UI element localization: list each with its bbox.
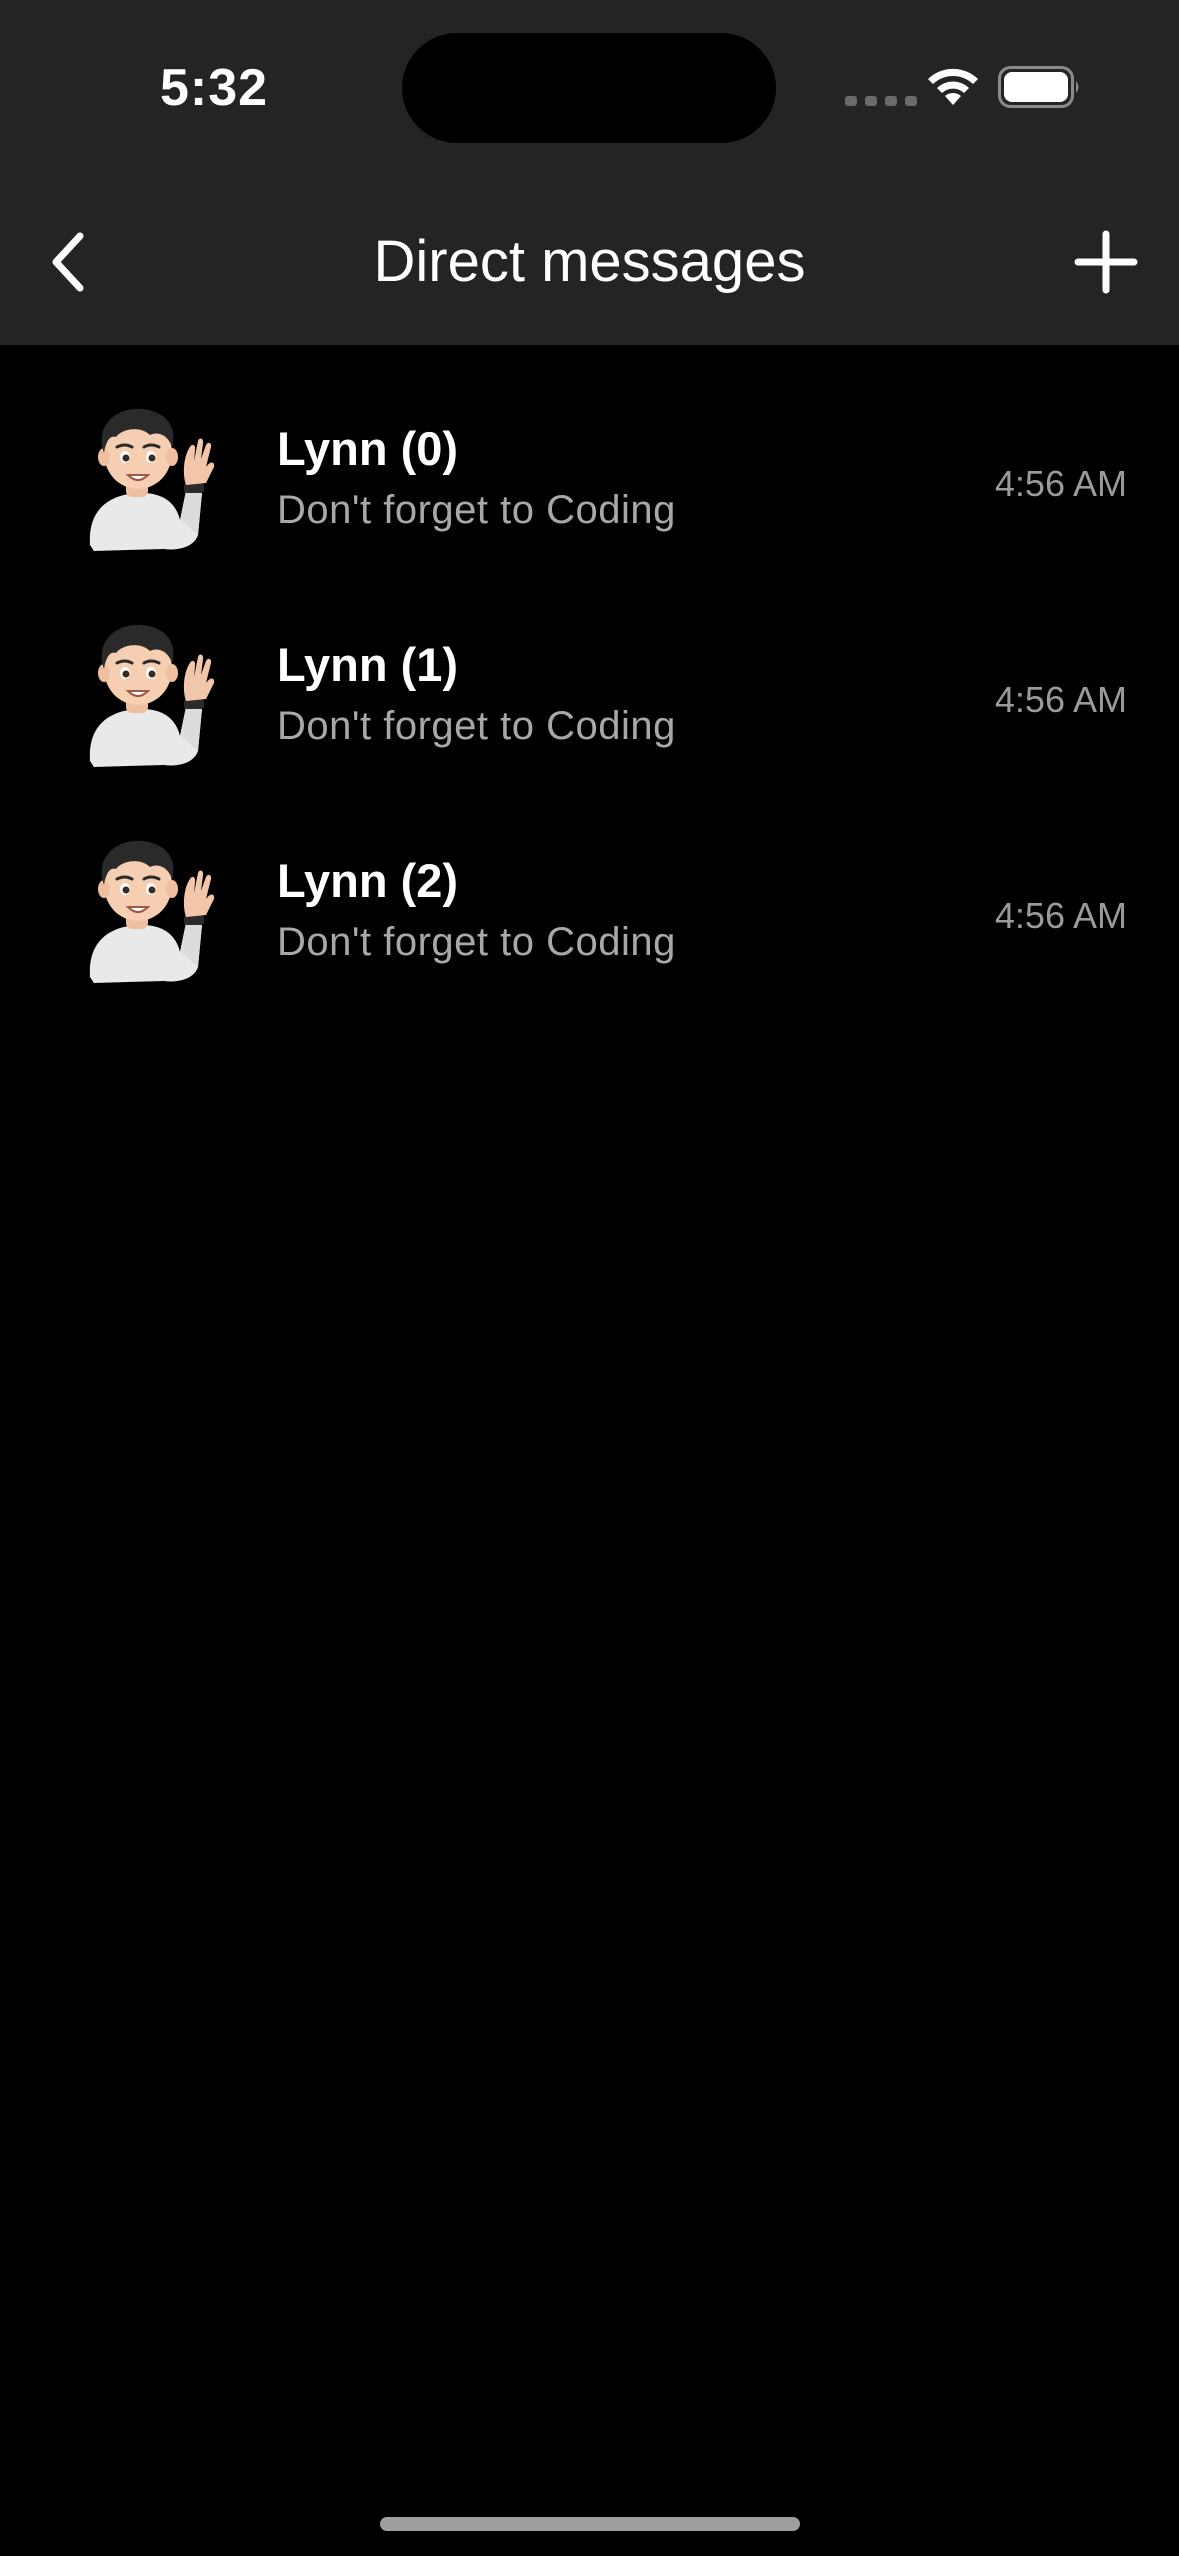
- conversation-row[interactable]: Lynn (0) Don't forget to Coding 4:56 AM: [0, 345, 1179, 561]
- conversation-preview: Don't forget to Coding: [277, 920, 676, 964]
- conversation-row[interactable]: Lynn (2) Don't forget to Coding 4:56 AM: [0, 777, 1179, 993]
- conversation-name: Lynn (2): [277, 854, 459, 907]
- conversation-name: Lynn (1): [277, 638, 459, 691]
- avatar: [68, 611, 228, 771]
- conversation-preview: Don't forget to Coding: [277, 488, 676, 532]
- page-title: Direct messages: [373, 229, 806, 294]
- status-time: 5:32: [160, 59, 269, 117]
- conversation-preview: Don't forget to Coding: [277, 704, 676, 748]
- cellular-signal-icon: [845, 96, 917, 106]
- conversation-name: Lynn (0): [277, 422, 459, 475]
- avatar: [68, 827, 228, 987]
- conversation-time: 4:56 AM: [994, 895, 1127, 936]
- conversation-row[interactable]: Lynn (1) Don't forget to Coding 4:56 AM: [0, 561, 1179, 777]
- avatar: [68, 395, 228, 555]
- new-message-button[interactable]: [1068, 224, 1144, 300]
- battery-icon: [998, 66, 1079, 108]
- home-indicator[interactable]: [380, 2517, 800, 2531]
- plus-icon: [1074, 230, 1138, 294]
- header-bar: 5:32 Direct messages: [0, 0, 1179, 345]
- conversation-time: 4:56 AM: [994, 463, 1127, 504]
- conversation-time: 4:56 AM: [994, 679, 1127, 720]
- dynamic-island: [402, 33, 776, 143]
- wifi-icon: [928, 68, 978, 105]
